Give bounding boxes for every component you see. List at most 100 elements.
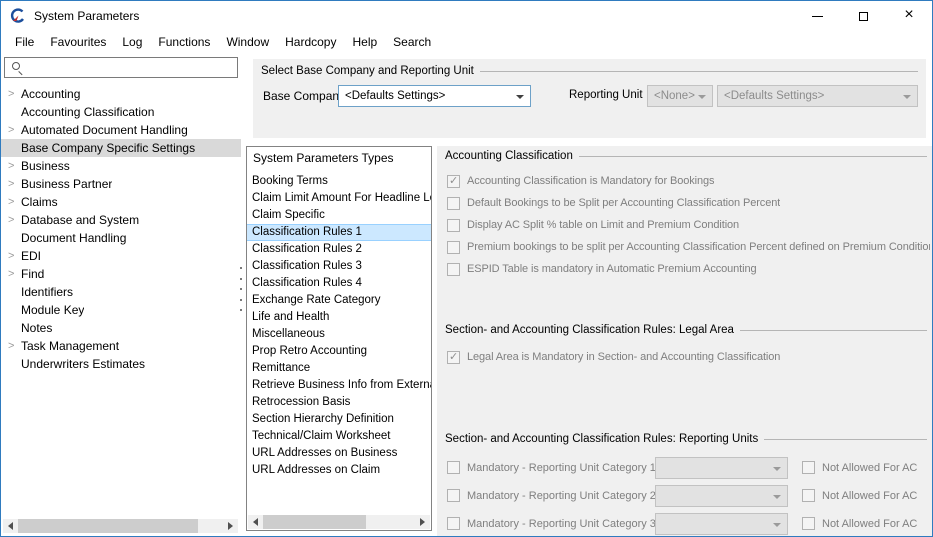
list-horizontal-scrollbar[interactable] xyxy=(248,515,430,529)
menu-item-search[interactable]: Search xyxy=(385,31,439,53)
base-company-value: <Defaults Settings> xyxy=(345,90,445,102)
reporting-unit-rule-row-3: Mandatory - Reporting Unit Category 3 No… xyxy=(447,513,930,535)
checkbox-label: Mandatory - Reporting Unit Category 2 xyxy=(467,490,656,502)
section-title: Section- and Accounting Classification R… xyxy=(445,433,758,445)
grip-dot xyxy=(240,299,242,301)
tree-item-label: Identifiers xyxy=(21,285,73,299)
list-item-retrieve-business-info[interactable]: Retrieve Business Info from External xyxy=(247,377,431,394)
menu-item-functions[interactable]: Functions xyxy=(150,31,218,53)
tree-item-task-management[interactable]: > Task Management xyxy=(1,337,241,355)
expand-chevron-icon[interactable]: > xyxy=(8,159,14,173)
expand-chevron-icon[interactable]: > xyxy=(8,267,14,281)
checkbox-label: Display AC Split % table on Limit and Pr… xyxy=(467,219,739,231)
maximize-button[interactable] xyxy=(840,1,886,31)
reporting-unit-select-1: <None> xyxy=(647,85,713,107)
tree-item-module-key[interactable]: > Module Key xyxy=(1,301,241,319)
tree-item-business-partner[interactable]: > Business Partner xyxy=(1,175,241,193)
expand-chevron-icon[interactable]: > xyxy=(8,249,14,263)
tree-item-edi[interactable]: > EDI xyxy=(1,247,241,265)
tree-item-label: Underwriters Estimates xyxy=(21,357,145,371)
tree-item-database-and-system[interactable]: > Database and System xyxy=(1,211,241,229)
expand-chevron-icon[interactable]: > xyxy=(8,339,14,353)
tree-item-label: Base Company Specific Settings xyxy=(21,141,195,155)
list-item-technical-claim-worksheet[interactable]: Technical/Claim Worksheet xyxy=(247,428,431,445)
scroll-left-arrow[interactable] xyxy=(3,519,18,533)
menu-item-log[interactable]: Log xyxy=(114,31,150,53)
dropdown-arrow-icon xyxy=(773,495,781,499)
scrollbar-track[interactable] xyxy=(18,519,223,533)
list-item-classification-rules-4[interactable]: Classification Rules 4 xyxy=(247,275,431,292)
menu-item-favourites[interactable]: Favourites xyxy=(42,31,114,53)
expand-chevron-icon[interactable]: > xyxy=(8,195,14,209)
tree-item-base-company-specific-settings[interactable]: > Base Company Specific Settings xyxy=(1,139,241,157)
menu-item-help[interactable]: Help xyxy=(344,31,385,53)
tree-item-label: Automated Document Handling xyxy=(21,123,188,137)
app-icon xyxy=(10,8,26,24)
triangle-left-icon xyxy=(8,522,13,530)
tree-item-document-handling[interactable]: > Document Handling xyxy=(1,229,241,247)
title-bar: System Parameters × xyxy=(1,1,932,31)
expand-chevron-icon[interactable]: > xyxy=(8,177,14,191)
list-item-classification-rules-2[interactable]: Classification Rules 2 xyxy=(247,241,431,258)
checkbox-ac-mandatory-bookings xyxy=(447,175,460,188)
list-item-url-addresses-on-business[interactable]: URL Addresses on Business xyxy=(247,445,431,462)
checkbox-default-bookings-split xyxy=(447,197,460,210)
expand-chevron-icon[interactable]: > xyxy=(8,213,14,227)
tree-item-find[interactable]: > Find xyxy=(1,265,241,283)
close-button[interactable]: × xyxy=(886,1,932,31)
list-item-section-hierarchy-definition[interactable]: Section Hierarchy Definition xyxy=(247,411,431,428)
group-header: Select Base Company and Reporting Unit xyxy=(261,64,918,78)
group-title: Select Base Company and Reporting Unit xyxy=(261,65,474,77)
scroll-right-arrow[interactable] xyxy=(223,519,238,533)
checkbox-label: Mandatory - Reporting Unit Category 3 xyxy=(467,518,656,530)
scrollbar-thumb[interactable] xyxy=(18,519,198,533)
list-item-remittance[interactable]: Remittance xyxy=(247,360,431,377)
list-item-classification-rules-1[interactable]: Classification Rules 1 xyxy=(247,224,431,241)
scroll-right-arrow[interactable] xyxy=(415,515,430,529)
scrollbar-thumb[interactable] xyxy=(263,515,366,529)
list-item-booking-terms[interactable]: Booking Terms xyxy=(247,173,431,190)
tree-item-label: EDI xyxy=(21,249,41,263)
list-item-url-addresses-on-claim[interactable]: URL Addresses on Claim xyxy=(247,462,431,479)
splitter-handle[interactable] xyxy=(236,267,245,311)
tree-item-accounting[interactable]: > Accounting xyxy=(1,85,241,103)
list-item-life-and-health[interactable]: Life and Health xyxy=(247,309,431,326)
list-item-classification-rules-3[interactable]: Classification Rules 3 xyxy=(247,258,431,275)
list-item-prop-retro-accounting[interactable]: Prop Retro Accounting xyxy=(247,343,431,360)
select-ru-category-2 xyxy=(655,485,788,507)
expand-chevron-icon[interactable]: > xyxy=(8,123,14,137)
window-controls: × xyxy=(794,1,932,31)
tree-item-identifiers[interactable]: > Identifiers xyxy=(1,283,241,301)
list-item-retrocession-basis[interactable]: Retrocession Basis xyxy=(247,394,431,411)
list-item-claim-specific[interactable]: Claim Specific xyxy=(247,207,431,224)
checkbox-mandatory-ru-category-1 xyxy=(447,461,460,474)
grip-dot xyxy=(240,267,242,269)
search-box xyxy=(4,57,238,78)
menu-item-hardcopy[interactable]: Hardcopy xyxy=(277,31,344,53)
tree-item-label: Accounting xyxy=(21,87,80,101)
tree-item-claims[interactable]: > Claims xyxy=(1,193,241,211)
minimize-button[interactable] xyxy=(794,1,840,31)
tree-item-accounting-classification[interactable]: > Accounting Classification xyxy=(1,103,241,121)
menu-item-window[interactable]: Window xyxy=(218,31,277,53)
tree-item-notes[interactable]: > Notes xyxy=(1,319,241,337)
menu-item-file[interactable]: File xyxy=(7,31,42,53)
tree-item-label: Module Key xyxy=(21,303,84,317)
list-item-exchange-rate-category[interactable]: Exchange Rate Category xyxy=(247,292,431,309)
scroll-left-arrow[interactable] xyxy=(248,515,263,529)
tree-item-business[interactable]: > Business xyxy=(1,157,241,175)
sidebar-horizontal-scrollbar[interactable] xyxy=(3,519,238,533)
list-item-claim-limit-amount[interactable]: Claim Limit Amount For Headline Loss xyxy=(247,190,431,207)
checkbox-not-allowed-for-ac-3 xyxy=(802,517,815,530)
list-item-miscellaneous[interactable]: Miscellaneous xyxy=(247,326,431,343)
search-input[interactable] xyxy=(4,57,238,78)
tree-item-underwriters-estimates[interactable]: > Underwriters Estimates xyxy=(1,355,241,373)
base-company-select[interactable]: <Defaults Settings> xyxy=(338,85,531,107)
checkbox-display-ac-split-table xyxy=(447,219,460,232)
grip-dot xyxy=(240,309,242,311)
tree-item-automated-document-handling[interactable]: > Automated Document Handling xyxy=(1,121,241,139)
expand-chevron-icon[interactable]: > xyxy=(8,87,14,101)
scrollbar-track[interactable] xyxy=(263,515,415,529)
section-divider xyxy=(579,156,927,157)
tree-item-label: Business xyxy=(21,159,70,173)
